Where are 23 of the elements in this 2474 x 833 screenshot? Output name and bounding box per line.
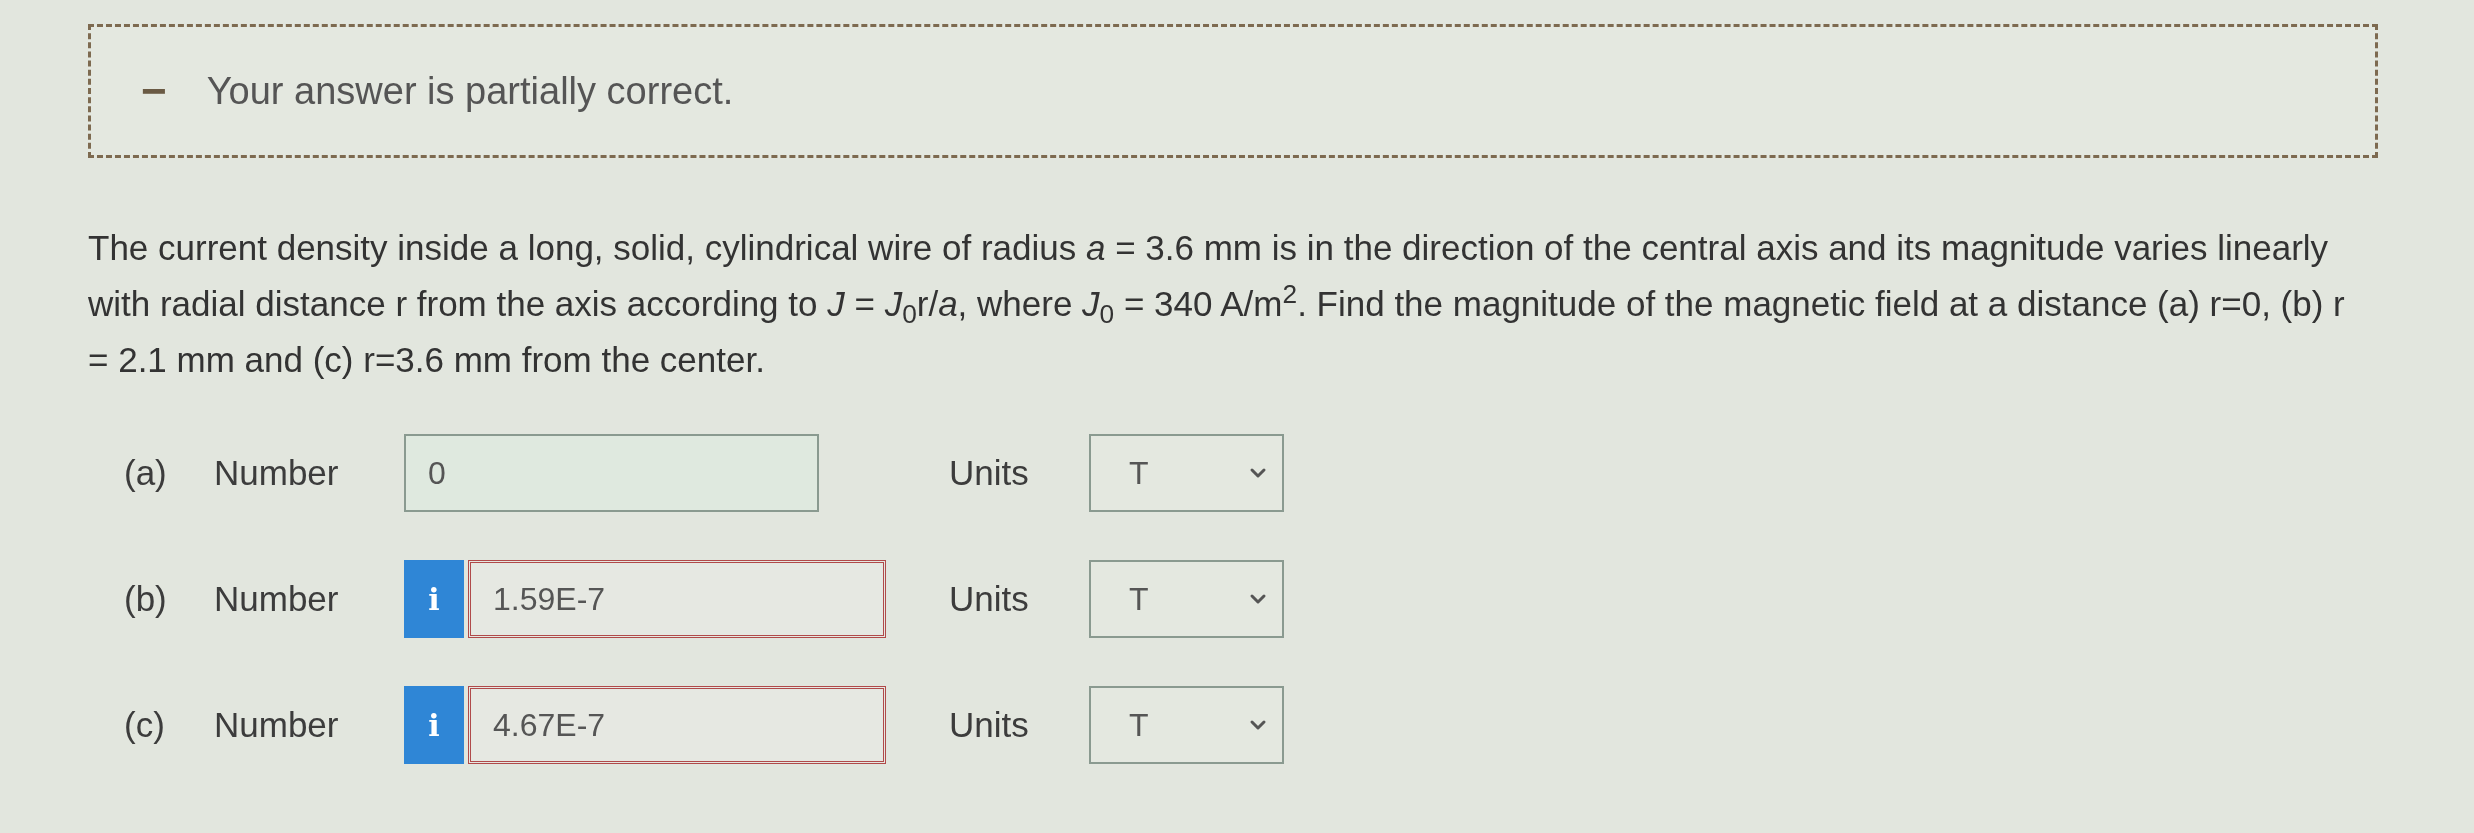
number-field[interactable]: 1.59E-7: [468, 560, 886, 638]
part-label: (c): [124, 703, 166, 746]
info-button[interactable]: i: [404, 686, 464, 764]
units-dropdown[interactable]: T: [1089, 560, 1284, 638]
feedback-message: Your answer is partially correct.: [206, 68, 734, 114]
number-field[interactable]: 0: [404, 434, 819, 512]
units-value: T: [1129, 706, 1149, 745]
part-label: (b): [124, 577, 168, 620]
number-label: Number: [214, 451, 340, 494]
units-value: T: [1129, 454, 1149, 493]
part-label: (a): [124, 451, 168, 494]
question-text: The current density inside a long, solid, cylindrical wire of radius a = 3.6 mm is in the direction of the central axis and its magnitude varies linearly with radial distance r from the axis according to J = J$_{0}$r/a, where J$_{0}$ = 340 A/m$^{2}$. Find the magnitude of the magnetic field at a distance (a) r=0, (b) r = 2.1 mm and (c) r=3.6 mm from the center.: [88, 227, 2346, 381]
partial-icon: −: [141, 69, 167, 113]
units-label: Units: [949, 451, 1030, 494]
units-value: T: [1129, 580, 1149, 619]
units-label: Units: [949, 577, 1030, 620]
units-label: Units: [949, 703, 1030, 746]
number-field[interactable]: 4.67E-7: [468, 686, 886, 764]
number-label: Number: [214, 703, 340, 746]
units-dropdown[interactable]: T: [1089, 686, 1284, 764]
number-label: Number: [214, 577, 340, 620]
info-button[interactable]: i: [404, 560, 464, 638]
units-dropdown[interactable]: T: [1089, 434, 1284, 512]
